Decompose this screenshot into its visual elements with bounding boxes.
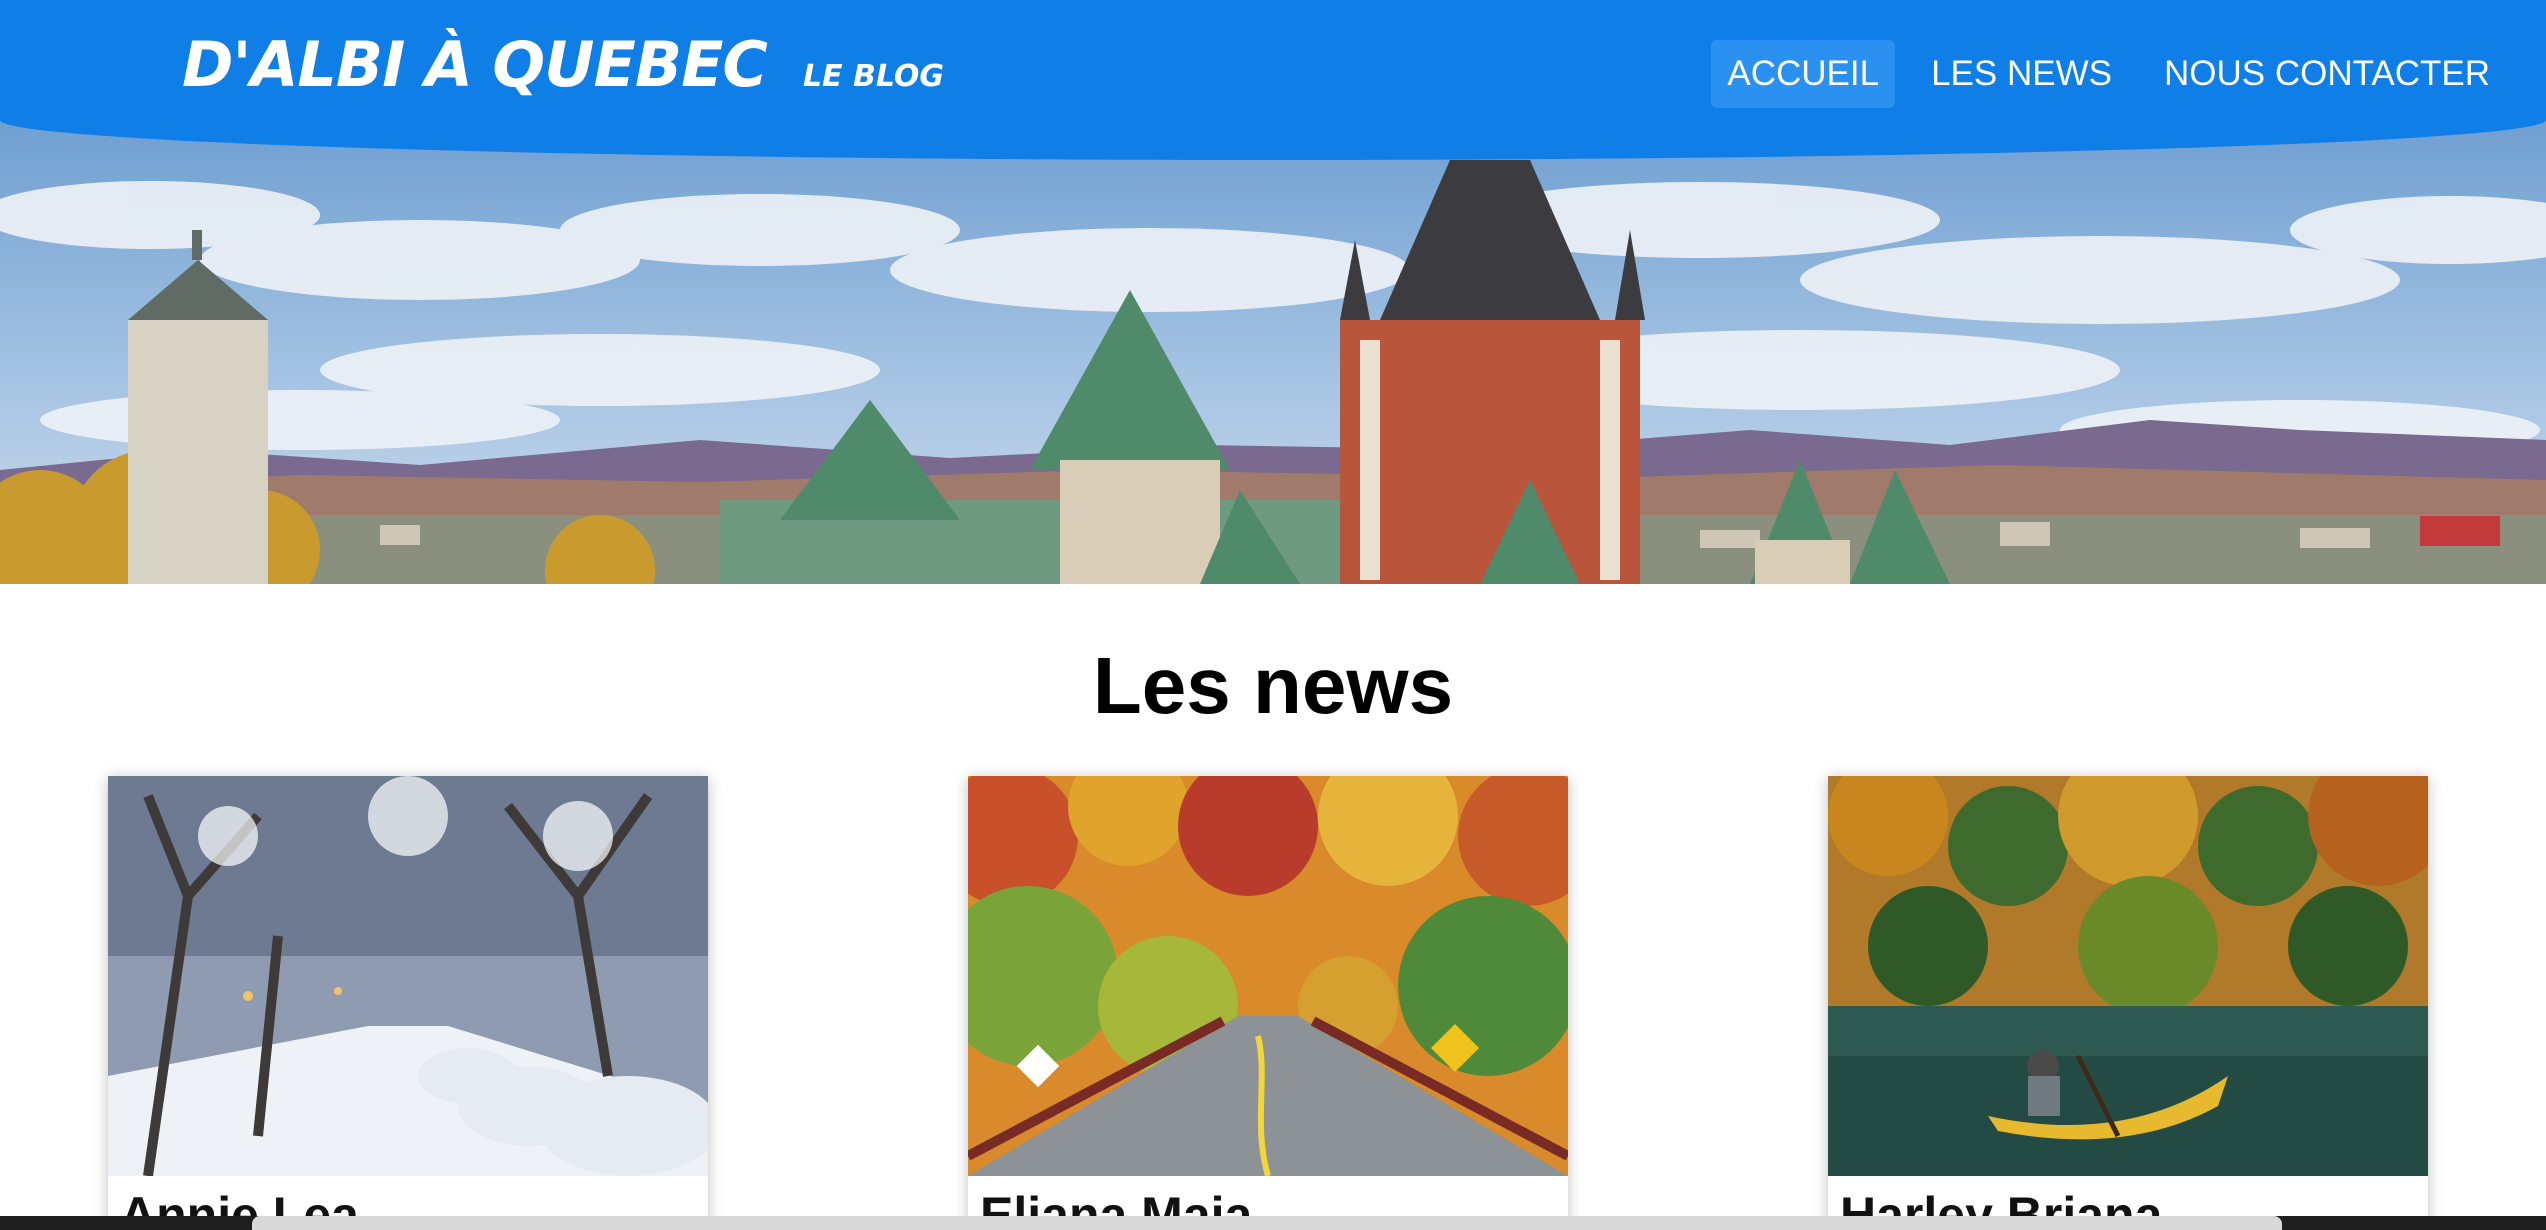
nav-nous-contacter[interactable]: NOUS CONTACTER [2148, 40, 2506, 108]
nav-accueil[interactable]: ACCUEIL [1711, 40, 1896, 108]
news-card[interactable]: Harley Briana [1828, 776, 2428, 1230]
nav-les-news[interactable]: LES NEWS [1915, 40, 2128, 108]
main-nav: ACCUEIL LES NEWS NOUS CONTACTER [1711, 40, 2506, 108]
news-card[interactable]: Eliana Maia [968, 776, 1568, 1230]
brand[interactable]: D'ALBI À QUEBEC LE BLOG [182, 28, 944, 101]
news-card[interactable]: Annie Lea [108, 776, 708, 1230]
browser-bottom-pill [252, 1216, 2282, 1230]
quebec-skyline-illustration [0, 120, 2546, 584]
page: D'ALBI À QUEBEC LE BLOG ACCUEIL LES NEWS… [0, 0, 2546, 1230]
autumn-road-image [968, 776, 1568, 1176]
snowy-street-image [108, 776, 708, 1176]
brand-title[interactable]: D'ALBI À QUEBEC [182, 28, 768, 101]
news-section-title: Les news [1092, 641, 1454, 730]
brand-subtitle: LE BLOG [802, 59, 945, 94]
hero-image [0, 120, 2546, 584]
canoe-lake-image [1828, 776, 2428, 1176]
site-header: D'ALBI À QUEBEC LE BLOG ACCUEIL LES NEWS… [0, 0, 2546, 160]
